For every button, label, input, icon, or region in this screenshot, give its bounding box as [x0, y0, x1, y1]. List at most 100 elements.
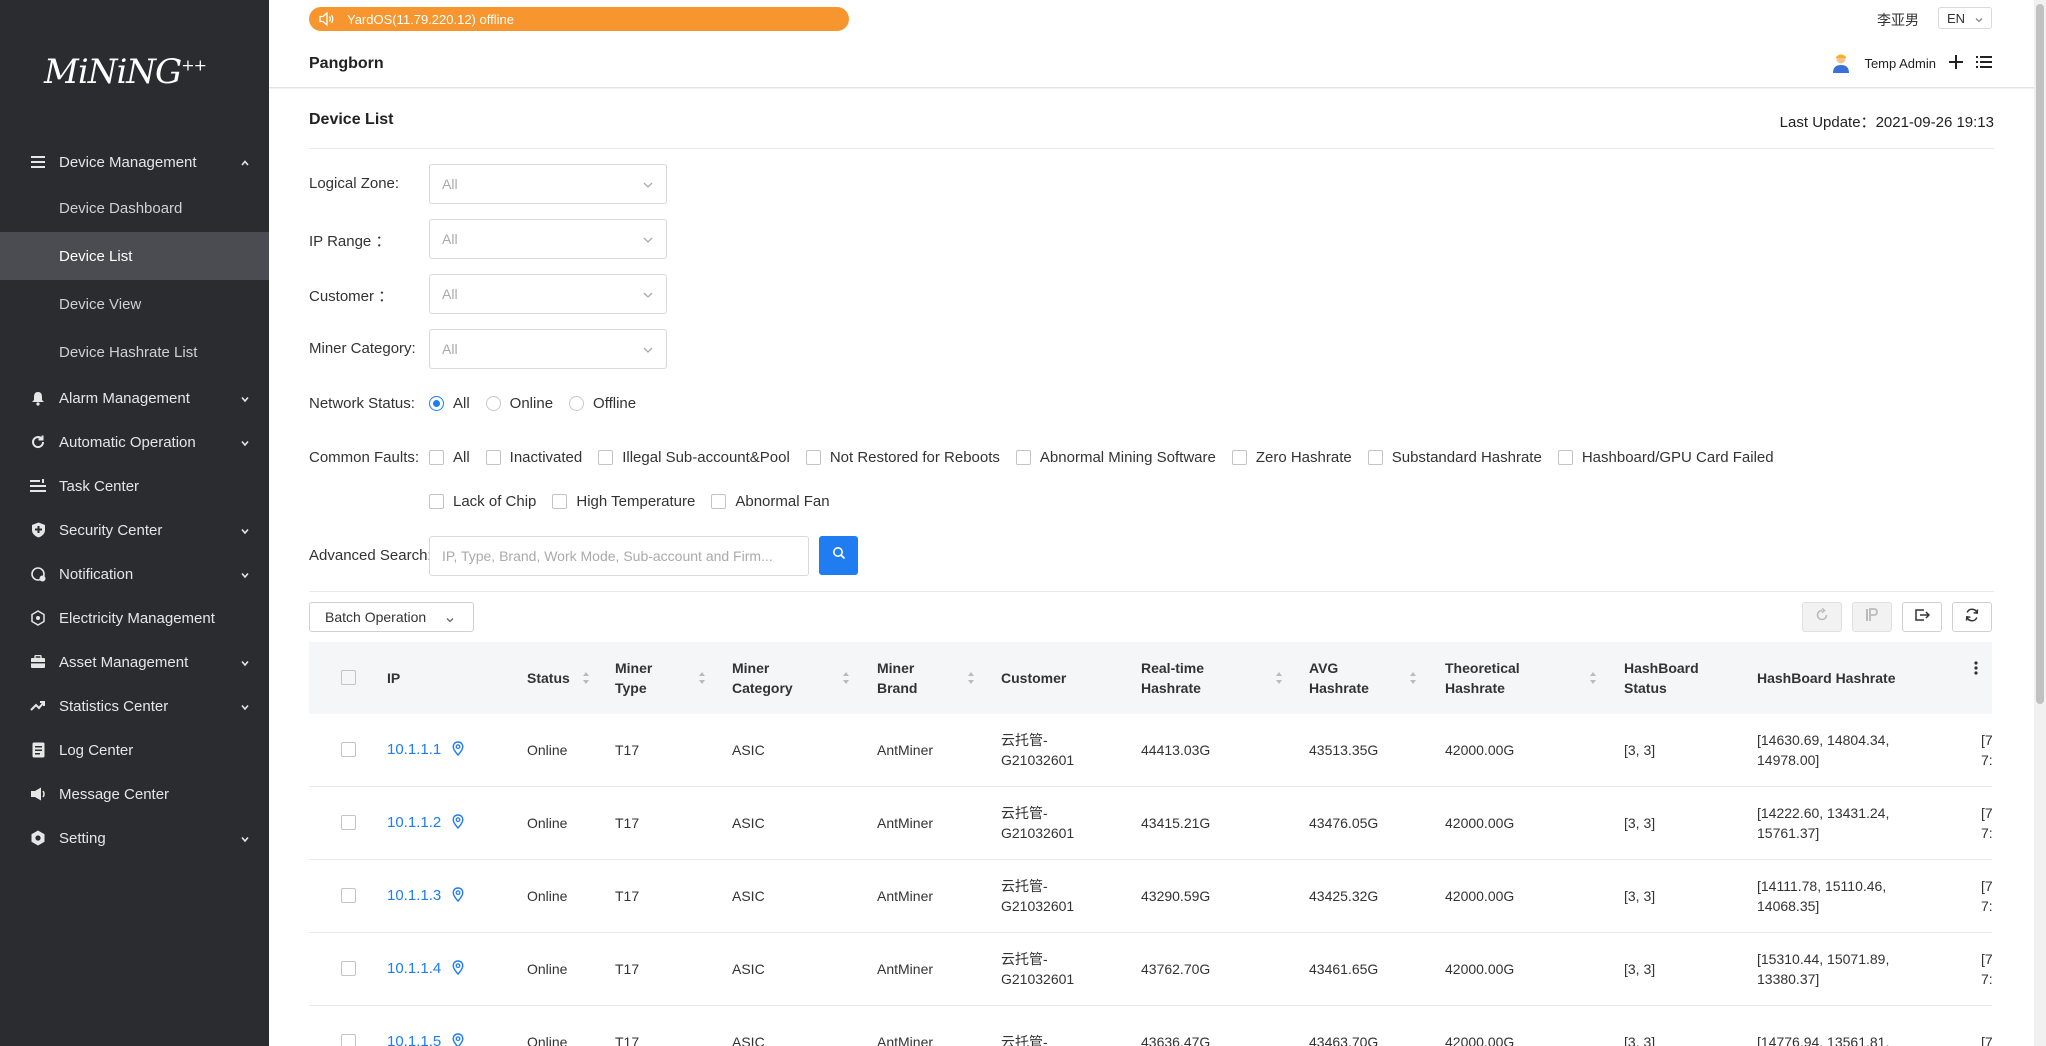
- sidebar-item-device-management[interactable]: Device Management: [0, 140, 269, 184]
- column-header-realtime-hashrate[interactable]: Real-time Hashrate: [1141, 642, 1204, 714]
- checkbox[interactable]: [805, 450, 821, 465]
- fault-hashboard-gpu-card-failed[interactable]: Hashboard/GPU Card Failed: [1557, 449, 1774, 466]
- cell-ip[interactable]: 10.1.1.2: [387, 787, 441, 859]
- checkbox[interactable]: [1015, 450, 1031, 465]
- menu-list-icon[interactable]: [1976, 55, 1992, 72]
- offline-notice-banner[interactable]: YardOS(11.79.220.12) offline: [309, 7, 849, 31]
- sidebar-item-automatic-operation[interactable]: Automatic Operation: [0, 420, 269, 464]
- sidebar-item-log-center[interactable]: Log Center: [0, 728, 269, 772]
- more-columns-icon[interactable]: [1973, 660, 1979, 676]
- fault-all[interactable]: All: [429, 449, 470, 466]
- fault-not-restored-for-reboots[interactable]: Not Restored for Reboots: [805, 449, 1000, 466]
- column-header-miner-type[interactable]: Miner Type: [615, 642, 652, 714]
- sidebar-item-device-dashboard[interactable]: Device Dashboard: [0, 184, 269, 232]
- cell-ip[interactable]: 10.1.1.4: [387, 933, 441, 1005]
- radio[interactable]: [569, 396, 585, 411]
- avatar[interactable]: [1830, 52, 1852, 74]
- fault-high-temperature[interactable]: High Temperature: [552, 493, 695, 510]
- row-checkbox[interactable]: [341, 961, 356, 976]
- fault-illegal-sub-account-pool[interactable]: Illegal Sub-account&Pool: [598, 449, 790, 466]
- checkbox[interactable]: [552, 494, 568, 509]
- sidebar-item-setting[interactable]: Setting: [0, 816, 269, 860]
- network-status-all[interactable]: All: [429, 395, 470, 412]
- network-status-offline[interactable]: Offline: [569, 395, 636, 412]
- checkbox[interactable]: [429, 450, 444, 465]
- sidebar-item-message-center[interactable]: Message Center: [0, 772, 269, 816]
- sidebar-item-notification[interactable]: Notification: [0, 552, 269, 596]
- sidebar-item-asset-management[interactable]: Asset Management: [0, 640, 269, 684]
- sidebar-item-security-center[interactable]: Security Center: [0, 508, 269, 552]
- radio-checked[interactable]: [429, 396, 444, 411]
- sort-icon[interactable]: [698, 670, 706, 686]
- plus-icon[interactable]: [1948, 54, 1964, 73]
- ip-report-button[interactable]: [1852, 602, 1892, 632]
- cell-ip[interactable]: 10.1.1.1: [387, 714, 441, 786]
- column-header-miner-category[interactable]: Miner Category: [732, 642, 793, 714]
- customer-select[interactable]: All: [429, 274, 667, 314]
- cell-ip[interactable]: 10.1.1.5: [387, 1006, 441, 1046]
- sidebar-item-device-hashrate-list[interactable]: Device Hashrate List: [0, 328, 269, 376]
- column-header-avg-hashrate[interactable]: AVG Hashrate: [1309, 642, 1369, 714]
- language-select[interactable]: EN: [1938, 7, 1992, 29]
- radio[interactable]: [485, 396, 501, 411]
- location-pin-icon[interactable]: [452, 887, 464, 907]
- scrollbar-thumb[interactable]: [2036, 4, 2044, 704]
- cell-ip[interactable]: 10.1.1.3: [387, 860, 441, 932]
- checkbox[interactable]: [485, 450, 501, 465]
- sort-icon[interactable]: [967, 670, 975, 686]
- fault-lack-of-chip[interactable]: Lack of Chip: [429, 493, 536, 510]
- fault-abnormal-fan[interactable]: Abnormal Fan: [711, 493, 830, 510]
- row-checkbox[interactable]: [341, 815, 356, 830]
- admin-name[interactable]: Temp Admin: [1864, 56, 1936, 71]
- trend-icon: [30, 698, 46, 714]
- checkbox[interactable]: [1557, 450, 1573, 465]
- fault-abnormal-mining-software[interactable]: Abnormal Mining Software: [1015, 449, 1216, 466]
- column-header-status[interactable]: Status: [527, 642, 570, 714]
- location-pin-icon[interactable]: [452, 814, 464, 834]
- sidebar-item-label: Statistics Center: [59, 697, 169, 715]
- sort-icon[interactable]: [842, 670, 850, 686]
- sidebar-item-statistics-center[interactable]: Statistics Center: [0, 684, 269, 728]
- sidebar-item-device-view[interactable]: Device View: [0, 280, 269, 328]
- sort-icon[interactable]: [1589, 670, 1597, 686]
- checkbox[interactable]: [429, 494, 444, 509]
- cell-miner-type: T17: [615, 888, 640, 904]
- checkbox[interactable]: [1231, 450, 1247, 465]
- fault-zero-hashrate[interactable]: Zero Hashrate: [1231, 449, 1352, 466]
- sidebar-item-alarm-management[interactable]: Alarm Management: [0, 376, 269, 420]
- search-button[interactable]: [819, 536, 858, 575]
- sort-icon[interactable]: [582, 670, 590, 686]
- fault-substandard-hashrate[interactable]: Substandard Hashrate: [1367, 449, 1542, 466]
- advanced-search-input[interactable]: IP, Type, Brand, Work Mode, Sub-account …: [429, 536, 809, 576]
- checkbox[interactable]: [711, 494, 727, 509]
- checkbox[interactable]: [598, 450, 614, 465]
- location-pin-icon[interactable]: [452, 741, 464, 761]
- miner-category-select[interactable]: All: [429, 329, 667, 369]
- logo[interactable]: MiNiNG++: [44, 52, 207, 96]
- user-name[interactable]: 李亚男: [1877, 10, 1919, 30]
- export-button[interactable]: [1902, 602, 1942, 632]
- sidebar-item-task-center[interactable]: Task Center: [0, 464, 269, 508]
- network-status-online[interactable]: Online: [485, 395, 553, 412]
- fault-inactivated[interactable]: Inactivated: [485, 449, 582, 466]
- sidebar-item-device-list[interactable]: Device List: [0, 232, 269, 280]
- logical-zone-select[interactable]: All: [429, 164, 667, 204]
- batch-operation-button[interactable]: Batch Operation: [309, 602, 474, 632]
- sort-icon[interactable]: [1409, 670, 1417, 686]
- chevron-down-icon: [239, 656, 251, 668]
- location-pin-icon[interactable]: [452, 960, 464, 980]
- location-pin-icon[interactable]: [452, 1033, 464, 1046]
- select-all-checkbox[interactable]: [341, 670, 356, 685]
- row-checkbox[interactable]: [341, 888, 356, 903]
- column-header-theoretical-hashrate[interactable]: Theoretical Hashrate: [1445, 642, 1520, 714]
- row-checkbox[interactable]: [341, 742, 356, 757]
- sort-icon[interactable]: [1275, 670, 1283, 686]
- refresh-button[interactable]: [1952, 602, 1992, 632]
- checkbox[interactable]: [1367, 450, 1383, 465]
- scrollbar[interactable]: [2034, 0, 2046, 1046]
- sidebar-item-electricity-management[interactable]: Electricity Management: [0, 596, 269, 640]
- reboot-button[interactable]: [1802, 602, 1842, 632]
- column-header-miner-brand[interactable]: Miner Brand: [877, 642, 917, 714]
- row-checkbox[interactable]: [341, 1034, 356, 1046]
- ip-range-select[interactable]: All: [429, 219, 667, 259]
